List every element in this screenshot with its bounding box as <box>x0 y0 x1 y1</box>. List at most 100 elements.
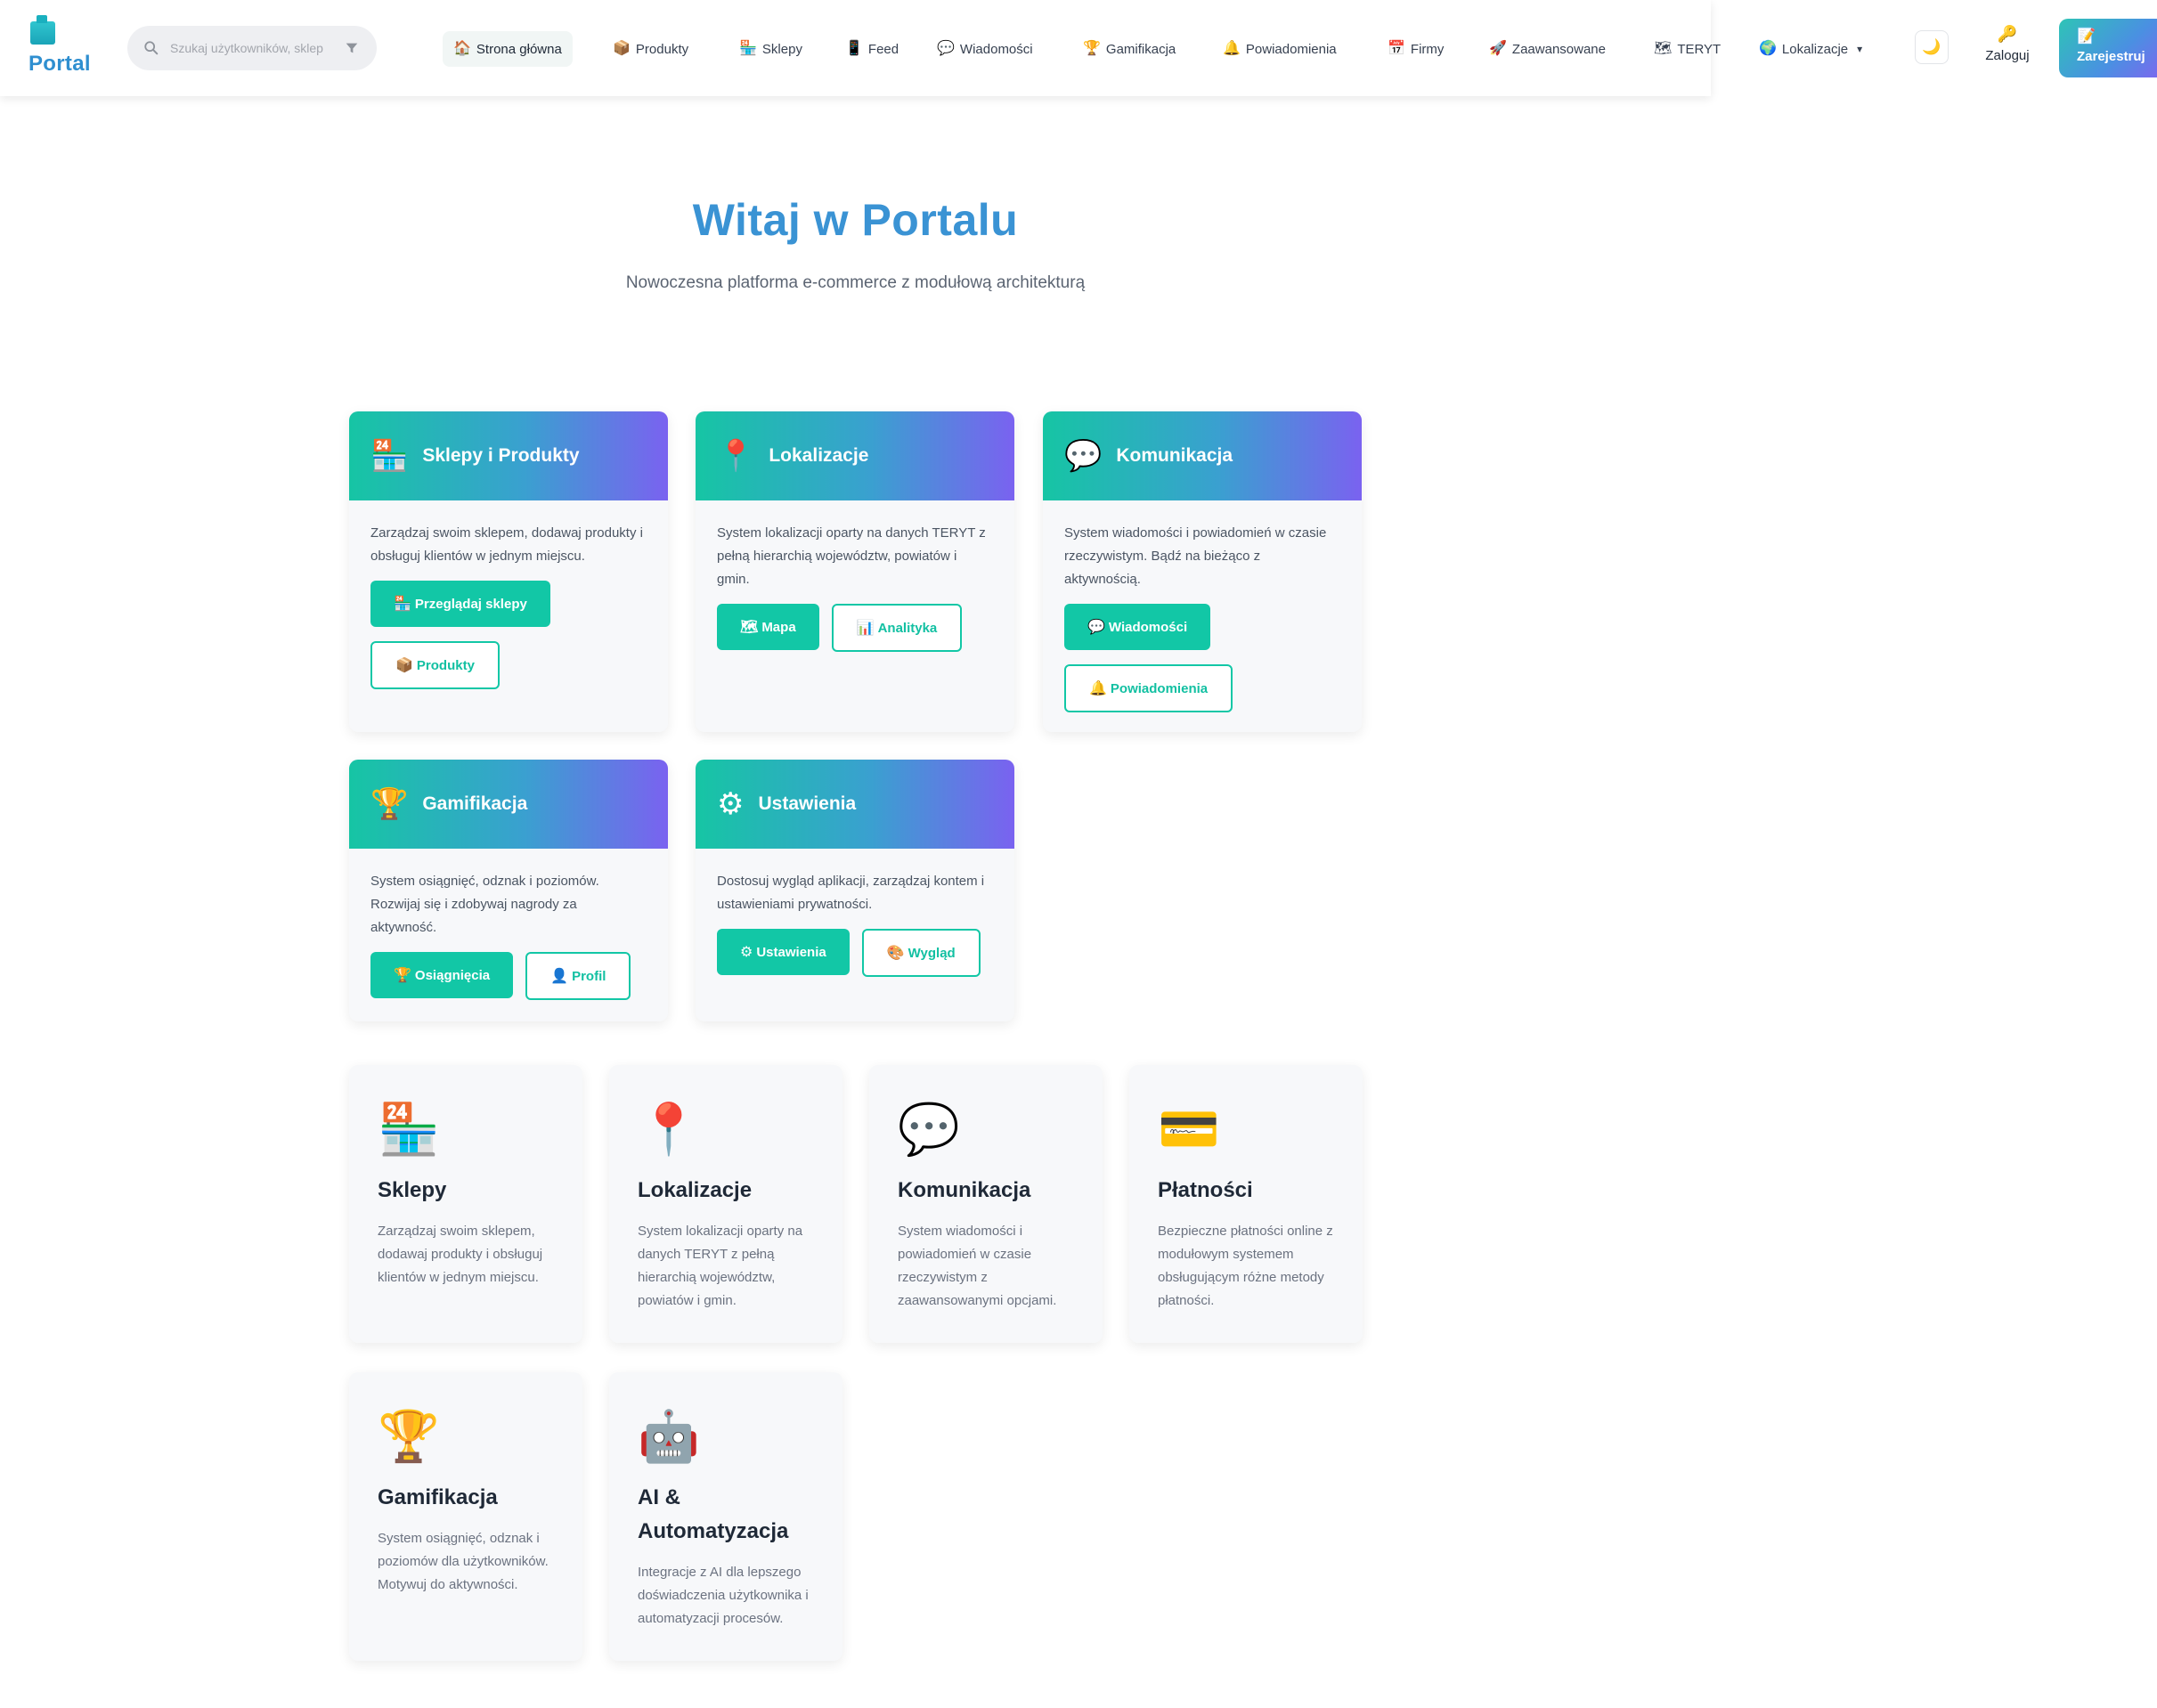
module-card-locations: 📍 Lokalizacje System lokalizacji oparty … <box>696 411 1014 732</box>
speech-bubble-icon: 💬 <box>937 41 955 56</box>
appearance-button[interactable]: 🎨 Wygląd <box>861 929 981 977</box>
brand-name: Portal <box>28 52 91 76</box>
card-header: ⚙ Ustawienia <box>696 760 1014 849</box>
rocket-icon: 🚀 <box>1489 41 1507 56</box>
brand-logo[interactable]: Portal <box>28 15 100 80</box>
card-description: Dostosuj wygląd aplikacji, zarządzaj kon… <box>717 874 985 912</box>
map-icon: 🗺 <box>1654 41 1673 56</box>
feature-description: Bezpieczne płatności online z modułowym … <box>1158 1224 1333 1308</box>
nav-item-shops[interactable]: 🏪 Sklepy <box>739 31 802 67</box>
speech-bubble-icon: 💬 <box>1064 439 1103 473</box>
notifications-button[interactable]: 🔔 Powiadomienia <box>1064 664 1233 712</box>
feature-description: Zarządzaj swoim sklepem, dodawaj produkt… <box>378 1224 543 1285</box>
messages-button[interactable]: 💬 Wiadomości <box>1064 604 1211 650</box>
feature-title: Sklepy <box>378 1178 447 1202</box>
achievements-button[interactable]: 🏆 Osiągnięcia <box>370 952 514 998</box>
card-title: Gamifikacja <box>422 793 528 814</box>
card-header: 🏪 Sklepy i Produkty <box>349 411 668 500</box>
map-icon: 🗺 <box>740 620 759 635</box>
nav-label: Feed <box>867 41 899 57</box>
feature-title: AI & Automatyzacja <box>638 1485 789 1543</box>
module-card-shops: 🏪 Sklepy i Produkty Zarządzaj swoim skle… <box>349 411 668 732</box>
bell-icon: 🔔 <box>1223 41 1241 56</box>
card-description: System wiadomości i powiadomień w czasie… <box>1064 525 1327 587</box>
hero-title: Witaj w Portalu <box>692 195 1019 245</box>
card-title: Sklepy i Produkty <box>422 445 580 466</box>
nav-item-messages[interactable]: 💬 Wiadomości <box>937 31 1033 67</box>
nav-label: Zaawansowane <box>1511 41 1606 57</box>
button-label: Profil <box>572 968 606 984</box>
nav-label: Firmy <box>1410 41 1445 57</box>
button-label: Wygląd <box>908 945 956 961</box>
gear-icon: ⚙ <box>717 787 745 821</box>
feature-description: System wiadomości i powiadomień w czasie… <box>898 1224 1057 1308</box>
speech-bubble-icon: 💬 <box>898 1101 960 1157</box>
feature-title: Gamifikacja <box>378 1485 498 1509</box>
feature-card-locations: 📍 Lokalizacje System lokalizacji oparty … <box>609 1065 842 1343</box>
feature-title: Komunikacja <box>898 1178 1031 1202</box>
gear-icon: ⚙ <box>740 945 753 960</box>
trophy-icon: 🏆 <box>370 787 409 821</box>
module-card-gamification: 🏆 Gamifikacja System osiągnięć, odznak i… <box>349 760 668 1021</box>
nav-item-gamification[interactable]: 🏆 Gamifikacja <box>1083 31 1176 67</box>
nav-item-locations-dropdown[interactable]: 🌍 Lokalizacje ▾ <box>1759 31 1862 67</box>
feature-card-shops: 🏪 Sklepy Zarządzaj swoim sklepem, dodawa… <box>349 1065 582 1343</box>
portal-logo-icon <box>30 15 55 45</box>
products-button[interactable]: 📦 Produkty <box>370 641 500 689</box>
theme-toggle-button[interactable]: 🌙 <box>1915 30 1949 64</box>
nav-label: Produkty <box>635 41 689 57</box>
module-card-settings: ⚙ Ustawienia Dostosuj wygląd aplikacji, … <box>696 760 1014 1021</box>
card-description: Zarządzaj swoim sklepem, dodawaj produkt… <box>370 525 643 564</box>
search-input[interactable] <box>170 37 332 60</box>
feature-card-gamification: 🏆 Gamifikacja System osiągnięć, odznak i… <box>349 1372 582 1661</box>
button-label: Mapa <box>761 619 796 635</box>
feature-title: Płatności <box>1158 1178 1253 1202</box>
package-icon: 📦 <box>613 41 631 56</box>
round-pushpin-icon: 📍 <box>638 1101 700 1157</box>
card-title: Ustawienia <box>758 793 857 814</box>
nav-item-notifications[interactable]: 🔔 Powiadomienia <box>1223 31 1337 67</box>
button-label: Wiadomości <box>1108 619 1188 635</box>
filter-icon[interactable] <box>344 40 360 56</box>
browse-shops-button[interactable]: 🏪 Przeglądaj sklepy <box>370 581 550 627</box>
card-description: System osiągnięć, odznak i poziomów. Roz… <box>370 874 599 935</box>
nav-item-teryt[interactable]: 🗺 TERYT <box>1654 31 1721 67</box>
nav-item-home[interactable]: 🏠 Strona główna <box>443 31 573 67</box>
search-box <box>127 26 377 70</box>
search-icon <box>144 41 159 55</box>
robot-icon: 🤖 <box>638 1408 700 1464</box>
trophy-icon: 🏆 <box>1083 41 1101 56</box>
nav-label: Strona główna <box>476 41 562 57</box>
trophy-icon: 🏆 <box>394 968 411 983</box>
nav-item-products[interactable]: 📦 Produkty <box>613 31 688 67</box>
register-label: Zarejestruj <box>2077 49 2145 64</box>
store-icon: 🏪 <box>370 439 409 473</box>
card-header: 📍 Lokalizacje <box>696 411 1014 500</box>
button-label: Produkty <box>416 657 475 673</box>
analytics-button[interactable]: 📊 Analityka <box>831 604 963 652</box>
store-icon: 🏪 <box>378 1101 440 1157</box>
moon-icon: 🌙 <box>1922 38 1941 55</box>
nav-label: Wiadomości <box>959 41 1033 57</box>
palette-icon: 🎨 <box>886 946 905 961</box>
profile-button[interactable]: 👤 Profil <box>525 952 631 1000</box>
nav-item-feed[interactable]: 📱 Feed <box>845 31 899 67</box>
register-button[interactable]: 📝 Zarejestruj <box>2059 19 2157 77</box>
settings-button[interactable]: ⚙ Ustawienia <box>717 929 850 975</box>
login-button[interactable]: 🔑 Zaloguj <box>1974 25 2041 73</box>
feature-card-ai-automation: 🤖 AI & Automatyzacja Integracje z AI dla… <box>609 1372 842 1661</box>
button-label: Osiągnięcia <box>414 967 491 983</box>
button-label: Analityka <box>877 620 938 636</box>
feature-card-payments: 💳 Płatności Bezpieczne płatności online … <box>1129 1065 1363 1343</box>
login-label: Zaloguj <box>1985 48 2030 63</box>
top-navbar: Portal 🏠 Strona główna 📦 Produkty 🏪 Skle… <box>0 0 1721 96</box>
map-button[interactable]: 🗺 Mapa <box>717 604 819 650</box>
card-header: 💬 Komunikacja <box>1043 411 1362 500</box>
nav-item-companies[interactable]: 📅 Firmy <box>1388 31 1444 67</box>
nav-item-advanced[interactable]: 🚀 Zaawansowane <box>1489 31 1606 67</box>
hero-subtitle: Nowoczesna platforma e-commerce z moduło… <box>625 273 1086 292</box>
nav-label: TERYT <box>1677 41 1722 57</box>
card-header: 🏆 Gamifikacja <box>349 760 668 849</box>
module-card-communication: 💬 Komunikacja System wiadomości i powiad… <box>1043 411 1362 732</box>
bell-icon: 🔔 <box>1089 681 1107 696</box>
